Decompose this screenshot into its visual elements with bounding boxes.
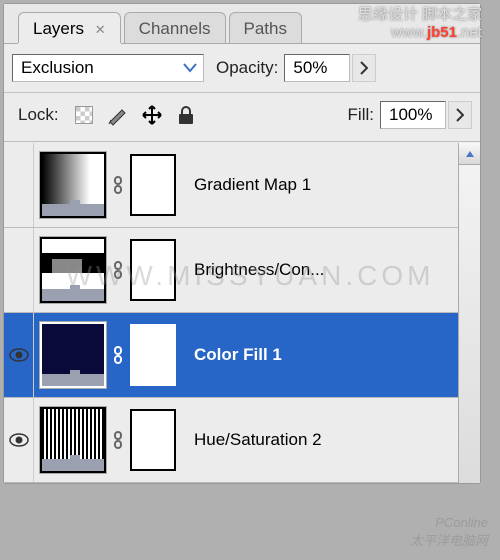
link-icon: [112, 176, 124, 194]
fill-slider-popup[interactable]: [448, 101, 472, 129]
opacity-label: Opacity:: [216, 58, 278, 78]
layer-row-brightness-contrast[interactable]: Brightness/Con...: [4, 228, 458, 313]
opacity-value: 50%: [293, 58, 327, 78]
layer-name-label: Gradient Map 1: [194, 175, 311, 195]
close-icon[interactable]: ✕: [95, 22, 106, 37]
scroll-up-button[interactable]: [459, 143, 480, 165]
adjustment-thumbnail[interactable]: [40, 237, 106, 303]
link-icon: [112, 346, 124, 364]
layer-row-gradient-map[interactable]: Gradient Map 1: [4, 143, 458, 228]
lock-transparency-toggle[interactable]: [73, 104, 95, 126]
blend-mode-value: Exclusion: [21, 58, 94, 78]
watermark-bottom: PConline 太平洋电脑网: [410, 515, 488, 549]
lock-buttons: [73, 104, 197, 126]
layer-row-color-fill[interactable]: Color Fill 1: [4, 313, 458, 398]
layer-row-hue-saturation[interactable]: Hue/Saturation 2: [4, 398, 458, 483]
lock-fill-row: Lock: Fill: 100%: [4, 93, 480, 142]
panel-tabs: Layers ✕ Channels Paths: [4, 4, 480, 44]
opacity-slider-popup[interactable]: [352, 54, 376, 82]
adjustment-thumbnail[interactable]: [40, 407, 106, 473]
eye-icon: [9, 433, 29, 447]
mask-thumbnail[interactable]: [130, 239, 176, 301]
lock-all-toggle[interactable]: [175, 104, 197, 126]
tab-channels[interactable]: Channels: [124, 12, 226, 43]
layer-name-label: Brightness/Con...: [194, 260, 324, 280]
blend-opacity-row: Exclusion Opacity: 50%: [4, 44, 480, 93]
link-icon: [112, 431, 124, 449]
eye-icon: [9, 348, 29, 362]
blend-mode-select[interactable]: Exclusion: [12, 54, 204, 82]
tab-label: Layers: [33, 19, 84, 38]
opacity-input[interactable]: 50%: [284, 54, 350, 82]
tab-paths[interactable]: Paths: [229, 12, 302, 43]
tab-label: Paths: [244, 19, 287, 38]
visibility-toggle[interactable]: [4, 143, 34, 227]
mask-thumbnail[interactable]: [130, 409, 176, 471]
link-icon: [112, 261, 124, 279]
lock-position-toggle[interactable]: [141, 104, 163, 126]
chevron-down-icon: [181, 59, 199, 77]
scrollbar-track[interactable]: [459, 165, 480, 483]
visibility-toggle[interactable]: [4, 398, 34, 482]
visibility-toggle[interactable]: [4, 313, 34, 397]
visibility-toggle[interactable]: [4, 228, 34, 312]
layers-list: Gradient Map 1 Brightness/Con...: [4, 143, 458, 483]
fill-label: Fill:: [348, 105, 374, 125]
tab-layers[interactable]: Layers ✕: [18, 12, 121, 43]
fill-input[interactable]: 100%: [380, 101, 446, 129]
scrollbar[interactable]: [458, 143, 480, 483]
fill-value: 100%: [389, 105, 432, 125]
adjustment-thumbnail[interactable]: [40, 322, 106, 388]
layers-area: Gradient Map 1 Brightness/Con...: [4, 142, 480, 483]
lock-label: Lock:: [18, 105, 59, 125]
mask-thumbnail[interactable]: [130, 154, 176, 216]
layers-panel: Layers ✕ Channels Paths Exclusion Opacit…: [3, 3, 481, 484]
layer-name-label: Color Fill 1: [194, 345, 282, 365]
lock-pixels-toggle[interactable]: [107, 104, 129, 126]
mask-thumbnail[interactable]: [130, 324, 176, 386]
tab-label: Channels: [139, 19, 211, 38]
layer-name-label: Hue/Saturation 2: [194, 430, 322, 450]
adjustment-thumbnail[interactable]: [40, 152, 106, 218]
